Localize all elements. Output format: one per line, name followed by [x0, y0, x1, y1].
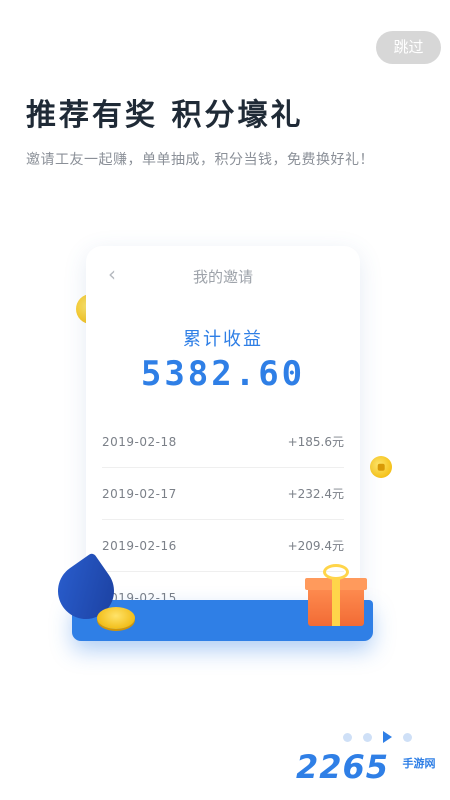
coin-icon: [97, 607, 135, 629]
list-item: 2019-02-18 +185.6元: [102, 416, 344, 468]
record-date: 2019-02-16: [102, 538, 177, 553]
list-item: 2019-02-17 +232.4元: [102, 468, 344, 520]
watermark-logo: 2265: [296, 748, 390, 786]
page-dot[interactable]: [343, 732, 352, 742]
gift-box-icon: [305, 564, 367, 626]
record-amount: +185.6元: [287, 435, 344, 449]
skip-button[interactable]: 跳过: [376, 31, 441, 64]
play-icon[interactable]: [383, 731, 392, 743]
page-dot[interactable]: [403, 732, 412, 742]
coin-icon: [370, 456, 392, 478]
page-subtitle: 邀请工友一起赚，单单抽成，积分当钱，免费换好礼！: [26, 152, 374, 168]
record-date: 2019-02-17: [102, 486, 177, 501]
invite-card-preview: ‹ 我的邀请 累计收益 5382.60 2019-02-18 +185.6元 2…: [86, 246, 360, 626]
card-title: 我的邀请: [192, 268, 253, 286]
earnings-label: 累计收益: [183, 329, 263, 350]
watermark-site: 手游网: [402, 757, 436, 770]
earnings-value: 5382.60: [140, 354, 306, 394]
list-item: 2019-02-16 +209.4元: [102, 520, 344, 572]
record-date: 2019-02-18: [102, 434, 177, 449]
record-amount: +232.4元: [287, 487, 344, 501]
record-amount: +209.4元: [287, 539, 344, 553]
page-title: 推荐有奖 积分壕礼: [26, 98, 304, 133]
page-indicator: [343, 731, 412, 743]
page-dot[interactable]: [363, 732, 372, 742]
